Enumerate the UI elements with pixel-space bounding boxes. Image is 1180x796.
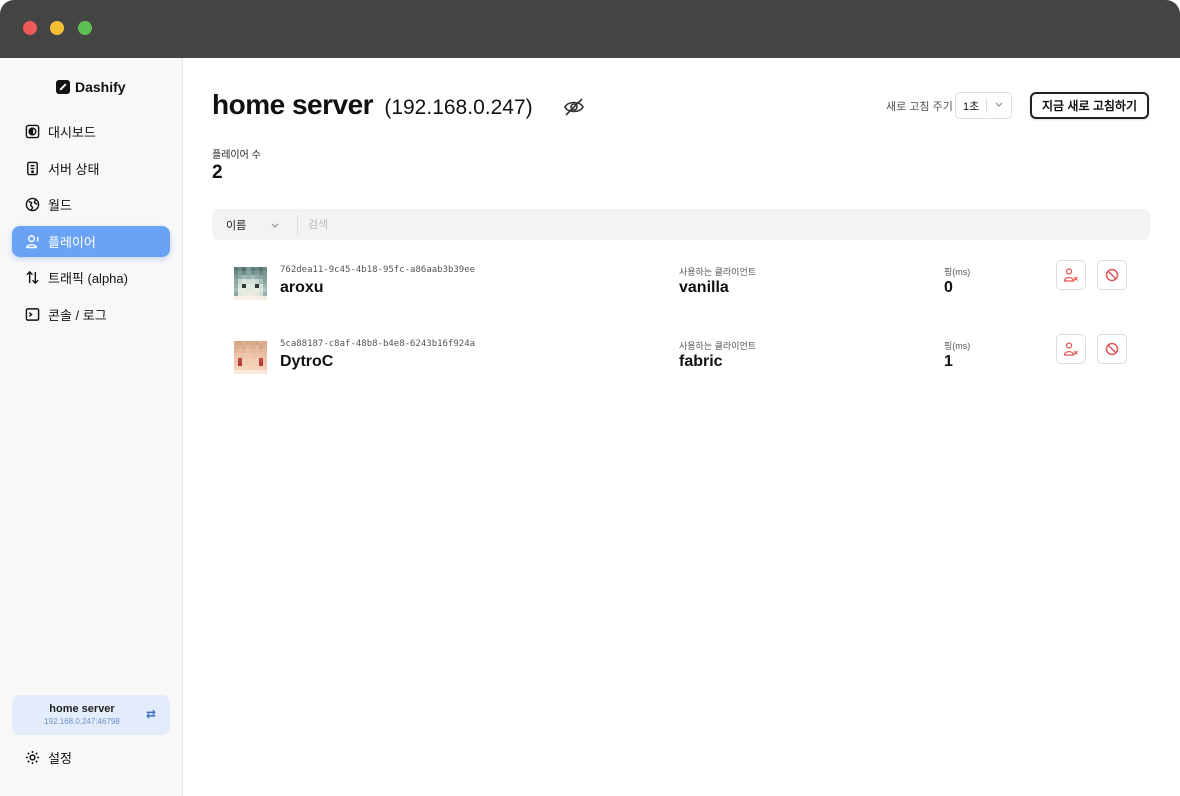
ping-value: 0 — [944, 279, 953, 296]
main-content: home server (192.168.0.247) 새로 고침 주기 1초 … — [183, 58, 1180, 796]
gear-icon — [24, 750, 40, 766]
kick-player-button[interactable] — [1056, 334, 1086, 364]
client-value: fabric — [679, 353, 723, 370]
sidebar-item-label: 트래픽 (alpha) — [48, 271, 128, 286]
player-avatar — [234, 267, 267, 300]
dashify-logo-icon — [56, 80, 70, 94]
sidebar: Dashify 대시보드 서버 상태 월드 플레이어 트래픽 (alpha) 콘… — [0, 58, 183, 796]
player-uuid: 762dea11-9c45-4b18-95fc-a86aab3b39ee — [280, 265, 476, 275]
kick-player-button[interactable] — [1056, 260, 1086, 290]
chevron-down-icon — [993, 98, 1005, 110]
settings-label: 설정 — [48, 751, 72, 766]
search-input[interactable] — [308, 214, 708, 235]
page-title: home server (192.168.0.247) — [212, 89, 533, 121]
user-remove-icon — [1063, 268, 1078, 282]
server-name: home server — [49, 703, 115, 715]
refresh-interval-value: 1초 — [963, 100, 980, 113]
swap-icon[interactable]: ⇄ — [146, 707, 158, 721]
player-count-label: 플레이어 수 — [212, 150, 261, 161]
sidebar-item-world[interactable]: 월드 — [12, 189, 170, 220]
sidebar-item-label: 콘솔 / 로그 — [48, 307, 107, 323]
player-uuid: 5ca88187-c8af-48b8-b4e8-6243b16f924a — [280, 339, 476, 349]
sidebar-item-label: 대시보드 — [48, 125, 96, 140]
player-row: 762dea11-9c45-4b18-95fc-a86aab3b39ee aro… — [234, 259, 1129, 309]
server-ip: (192.168.0.247) — [384, 96, 533, 119]
client-label: 사용하는 클라이언트 — [679, 267, 757, 277]
title-bar — [0, 0, 1180, 58]
ban-icon — [1105, 268, 1119, 282]
server-title: home server — [212, 89, 374, 120]
filter-bar: 이름 — [212, 209, 1150, 240]
ban-player-button[interactable] — [1097, 334, 1127, 364]
sidebar-item-dashboard[interactable]: 대시보드 — [12, 116, 170, 147]
user-remove-icon — [1063, 342, 1078, 356]
close-window-button[interactable] — [23, 21, 37, 35]
refresh-now-button[interactable]: 지금 새로 고침하기 — [1030, 92, 1149, 119]
maximize-window-button[interactable] — [78, 21, 92, 35]
ban-player-button[interactable] — [1097, 260, 1127, 290]
client-label: 사용하는 클라이언트 — [679, 341, 757, 351]
sidebar-item-server-status[interactable]: 서버 상태 — [12, 153, 170, 184]
player-name: aroxu — [280, 279, 324, 296]
arrows-updown-icon — [24, 270, 40, 286]
filter-field-select[interactable]: 이름 — [226, 217, 246, 233]
sidebar-nav: 대시보드 서버 상태 월드 플레이어 트래픽 (alpha) 콘솔 / 로그 — [12, 116, 170, 335]
server-switcher[interactable]: home server 192.168.0.247:46798 ⇄ — [12, 695, 170, 735]
server-address: 192.168.0.247:46798 — [44, 717, 120, 726]
ping-label: 핑(ms) — [944, 341, 971, 351]
settings-button[interactable]: 설정 — [24, 748, 72, 767]
player-avatar — [234, 341, 267, 374]
ping-value: 1 — [944, 353, 953, 370]
filter-divider — [297, 215, 298, 234]
player-row: 5ca88187-c8af-48b8-b4e8-6243b16f924a Dyt… — [234, 333, 1129, 383]
sidebar-item-label: 플레이어 — [48, 234, 96, 250]
user-icon — [24, 233, 40, 249]
dashboard-icon — [24, 124, 40, 140]
client-value: vanilla — [679, 279, 729, 296]
brand: Dashify — [56, 79, 126, 95]
globe-icon — [24, 197, 40, 213]
ban-icon — [1105, 342, 1119, 356]
app-window: Dashify 대시보드 서버 상태 월드 플레이어 트래픽 (alpha) 콘… — [0, 0, 1180, 796]
select-divider — [986, 99, 987, 113]
sidebar-item-traffic[interactable]: 트래픽 (alpha) — [12, 262, 170, 293]
sidebar-item-label: 월드 — [48, 198, 72, 213]
terminal-icon — [24, 306, 40, 322]
brand-name: Dashify — [75, 79, 126, 95]
refresh-interval-select[interactable]: 1초 — [955, 92, 1012, 119]
ping-label: 핑(ms) — [944, 267, 971, 277]
refresh-interval-label: 새로 고침 주기 — [886, 101, 953, 113]
server-icon — [24, 160, 40, 176]
chevron-down-icon[interactable] — [269, 218, 281, 230]
sidebar-item-label: 서버 상태 — [48, 161, 100, 177]
player-name: DytroC — [280, 353, 334, 370]
player-count: 2 — [212, 162, 223, 183]
minimize-window-button[interactable] — [50, 21, 64, 35]
sidebar-item-console[interactable]: 콘솔 / 로그 — [12, 299, 170, 330]
eye-off-icon[interactable] — [563, 96, 585, 118]
sidebar-item-players[interactable]: 플레이어 — [12, 225, 170, 257]
